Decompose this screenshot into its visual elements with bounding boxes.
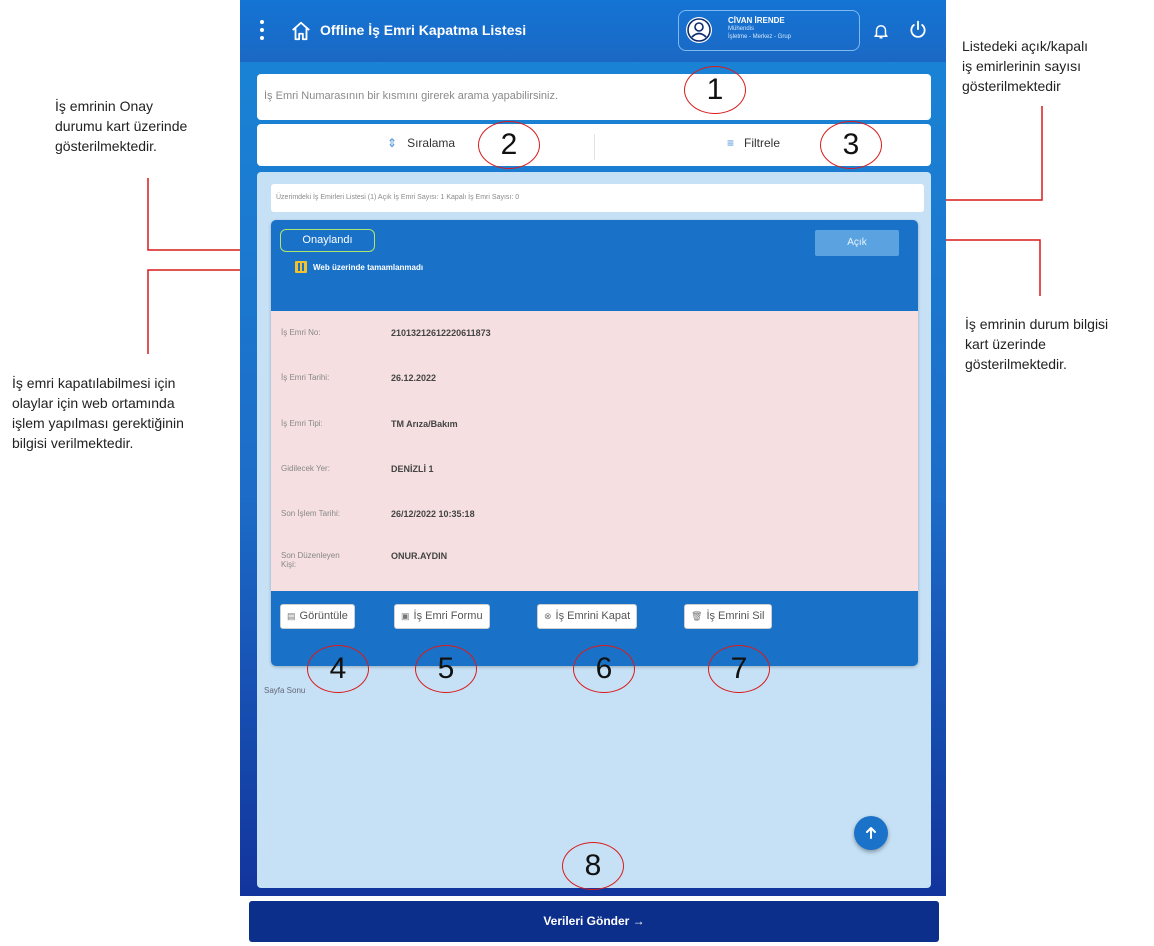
filter-label: Filtrele <box>744 136 781 150</box>
arrow-up-icon <box>866 827 876 839</box>
detail-label: İş Emri No: <box>281 328 321 337</box>
filter-button[interactable]: ≡ Filtrele <box>727 136 780 150</box>
warning-icon <box>295 261 307 273</box>
marker-5: 5 <box>415 645 477 693</box>
search-box <box>257 74 931 120</box>
document-icon: ▣ <box>401 611 410 621</box>
divider <box>594 134 595 160</box>
view-button[interactable]: ▤ Görüntüle <box>280 604 355 629</box>
approval-status-badge: Onaylandı <box>280 229 375 252</box>
menu-icon[interactable] <box>260 20 268 42</box>
page-end-label: Sayfa Sonu <box>264 686 306 695</box>
top-bar: Offline İş Emri Kapatma Listesi CİVAN İR… <box>240 0 946 62</box>
home-icon[interactable] <box>290 20 312 42</box>
user-department: İşletme - Merkez - Grup <box>728 34 792 40</box>
detail-value: 26.12.2022 <box>391 373 437 383</box>
close-circle-icon: ⊗ <box>544 611 552 621</box>
approval-annotation: İş emrinin Onay durumu kart üzerinde gös… <box>55 98 188 154</box>
view-icon: ▤ <box>287 611 296 621</box>
marker-2: 2 <box>478 121 540 169</box>
card-details: İş Emri No: 21013212612220611873 İş Emri… <box>271 311 918 591</box>
detail-value: ONUR.AYDIN <box>391 551 448 561</box>
card-actions: ▤ Görüntüle ▣ İş Emri Formu ⊗ İş Emrini Kap… <box>271 598 918 638</box>
page-title: Offline İş Emri Kapatma Listesi <box>320 22 527 38</box>
marker-6: 6 <box>573 645 635 693</box>
detail-value: 21013212612220611873 <box>391 328 491 338</box>
search-input[interactable] <box>264 90 904 102</box>
delete-label: İş Emrini Sil <box>706 610 765 622</box>
detail-value: TM Arıza/Bakım <box>391 419 458 429</box>
count-annotation: Listedeki açık/kapalı iş emirlerinin say… <box>962 38 1089 94</box>
status-annotation: İş emrinin durum bilgisi kart üzerinde g… <box>965 316 1109 372</box>
user-role: Mühendis <box>728 26 755 32</box>
scroll-top-button[interactable] <box>854 816 888 850</box>
status-badge: Açık <box>815 230 899 256</box>
delete-button[interactable]: 🗑 İş Emrini Sil <box>684 604 772 629</box>
web-warning-annotation: İş emri kapatılabilmesi için olaylar içi… <box>12 375 184 451</box>
marker-4: 4 <box>307 645 369 693</box>
sort-label: Sıralama <box>407 136 456 150</box>
user-profile-box[interactable]: CİVAN İRENDE Mühendis İşletme - Merkez -… <box>678 10 860 51</box>
detail-value: 26/12/2022 10:35:18 <box>391 509 475 519</box>
detail-label: Son Düzenleyen Kişi: <box>281 551 340 569</box>
detail-label: İş Emri Tarihi: <box>281 373 330 382</box>
sort-icon: ⇕ <box>387 136 398 150</box>
user-name: CİVAN İRENDE <box>728 16 785 25</box>
form-button[interactable]: ▣ İş Emri Formu <box>394 604 490 629</box>
marker-1: 1 <box>684 66 746 114</box>
avatar <box>686 17 712 43</box>
detail-value: DENİZLİ 1 <box>391 464 434 474</box>
detail-label: Gidilecek Yer: <box>281 464 330 473</box>
marker-7: 7 <box>708 645 770 693</box>
web-warning-text: Web üzerinde tamamlanmadı <box>313 263 424 272</box>
work-order-list[interactable]: Üzerimdeki İş Emirleri Listesi (1) Açık … <box>257 172 931 888</box>
count-summary: Üzerimdeki İş Emirleri Listesi (1) Açık … <box>271 184 924 212</box>
close-order-label: İş Emrini Kapat <box>555 610 631 622</box>
page: Offline İş Emri Kapatma Listesi CİVAN İR… <box>0 0 1154 946</box>
marker-3: 3 <box>820 121 882 169</box>
marker-8: 8 <box>562 842 624 890</box>
count-summary-text: Üzerimdeki İş Emirleri Listesi (1) Açık … <box>276 194 520 201</box>
view-label: Görüntüle <box>299 610 348 622</box>
form-label: İş Emri Formu <box>413 610 483 622</box>
bell-icon[interactable] <box>872 22 890 40</box>
close-order-button[interactable]: ⊗ İş Emrini Kapat <box>537 604 638 629</box>
send-data-button[interactable]: Verileri Gönder → <box>249 901 939 942</box>
sort-button[interactable]: ⇕ Sıralama <box>387 136 455 150</box>
detail-label: İş Emri Tipi: <box>281 419 323 428</box>
detail-label: Son İşlem Tarihi: <box>281 509 340 518</box>
filter-icon: ≡ <box>727 136 735 150</box>
trash-icon: 🗑 <box>691 611 703 621</box>
work-order-card[interactable]: Onaylandı Açık Web üzerinde tamamlanmadı… <box>271 220 918 666</box>
power-icon[interactable] <box>908 20 928 40</box>
